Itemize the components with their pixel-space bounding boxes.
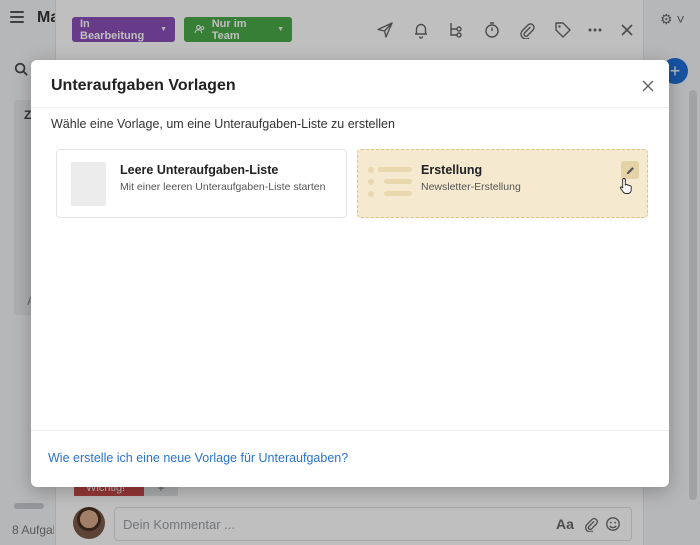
modal-description: Wähle eine Vorlage, um eine Unteraufgabe… — [51, 117, 395, 131]
blank-list-thumbnail — [71, 162, 106, 206]
card-subtitle: Mit einer leeren Unteraufgaben-Liste sta… — [120, 181, 326, 193]
blank-template-card[interactable]: Leere Unteraufgaben-Liste Mit einer leer… — [56, 149, 347, 218]
close-icon[interactable] — [641, 79, 655, 93]
help-link[interactable]: Wie erstelle ich eine neue Vorlage für U… — [48, 451, 348, 465]
card-subtitle: Newsletter-Erstellung — [421, 181, 521, 193]
subtask-templates-modal: Unteraufgaben Vorlagen Wähle eine Vorlag… — [31, 60, 669, 487]
divider — [31, 430, 669, 431]
divider — [31, 107, 669, 108]
card-title: Leere Unteraufgaben-Liste — [120, 163, 279, 177]
pencil-icon — [626, 166, 634, 174]
hand-cursor-icon — [619, 178, 632, 194]
modal-title: Unteraufgaben Vorlagen — [51, 77, 236, 94]
card-title: Erstellung — [421, 163, 483, 177]
newsletter-template-card[interactable]: Erstellung Newsletter-Erstellung — [357, 149, 648, 218]
